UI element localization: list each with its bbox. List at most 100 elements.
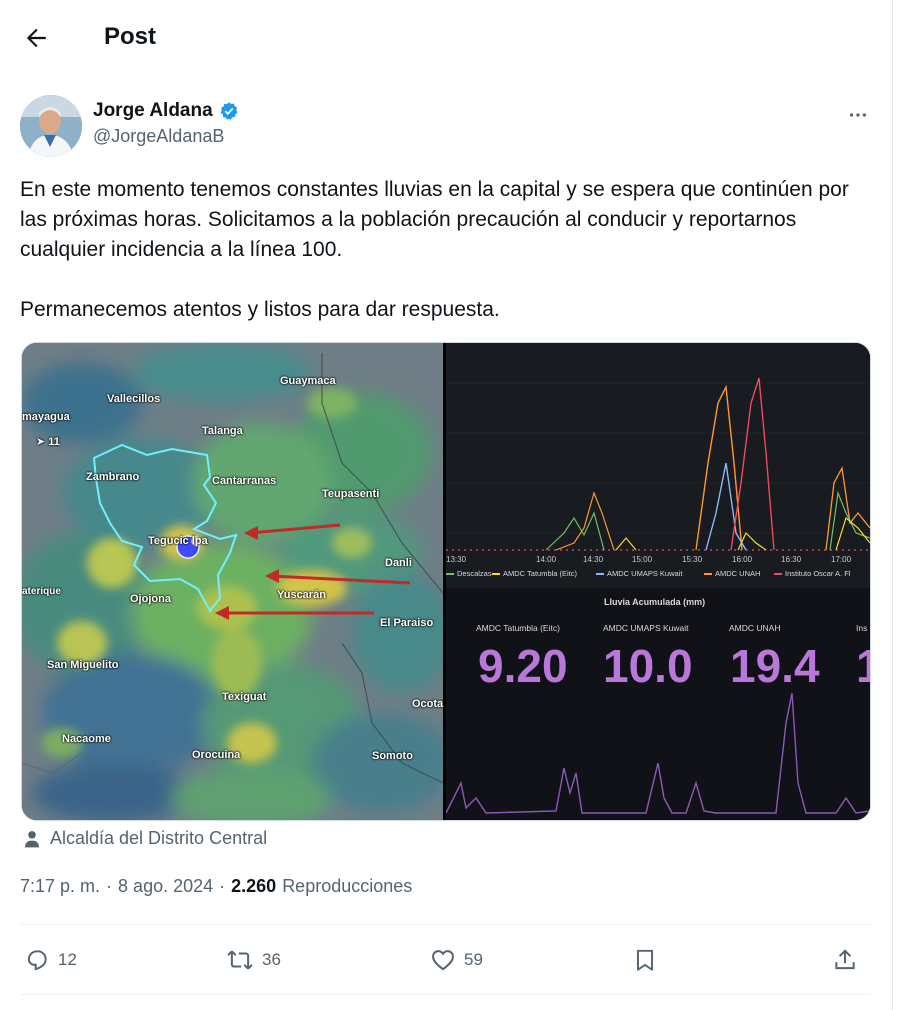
reply-count: 12 bbox=[58, 950, 77, 969]
post-date[interactable]: 8 ago. 2024 bbox=[118, 876, 213, 897]
repost-button[interactable]: 36 bbox=[226, 938, 281, 982]
views-label: Reproducciones bbox=[282, 876, 413, 896]
like-count: 59 bbox=[464, 950, 483, 969]
bookmark-button[interactable] bbox=[632, 938, 658, 982]
stat-value: 1 bbox=[856, 639, 870, 693]
stat-value: 10.0 bbox=[603, 640, 693, 692]
map-label-el-paraiso: El Paraiso bbox=[380, 617, 434, 629]
post-paragraph: Permanecemos atentos y listos para dar r… bbox=[20, 298, 500, 321]
author-handle[interactable]: @JorgeAldanaB bbox=[93, 126, 224, 147]
map-label-somoto: Somoto bbox=[372, 750, 413, 762]
legend-swatch bbox=[774, 572, 782, 575]
map-label-comayagua: mayagua bbox=[22, 411, 70, 423]
map-label-guaymaca: Guaymaca bbox=[280, 375, 336, 387]
page-header: Post bbox=[0, 0, 892, 76]
legend-label: AMDC UMAPS Kuwait bbox=[607, 569, 683, 578]
avatar[interactable] bbox=[20, 95, 82, 157]
chart-x-tick: 13:30 bbox=[446, 555, 467, 564]
chart-x-tick: 17:00 bbox=[831, 555, 852, 564]
post-actions-bar: 12 36 59 bbox=[20, 938, 870, 982]
legend-swatch bbox=[596, 572, 604, 575]
legend-label: Instituto Oscar A. Fl bbox=[785, 569, 851, 578]
stat-value: 19.4 bbox=[730, 640, 820, 692]
back-button[interactable] bbox=[18, 22, 54, 54]
repost-icon bbox=[227, 950, 253, 970]
map-label-san-miguelito: San Miguelito bbox=[47, 659, 119, 671]
map-label-nacaome: Nacaome bbox=[62, 733, 111, 745]
author-name[interactable]: Jorge Aldana bbox=[93, 100, 239, 122]
map-label-orocuina: Orocuina bbox=[192, 749, 241, 761]
heart-icon bbox=[432, 950, 454, 971]
legend-swatch bbox=[446, 572, 454, 575]
stat-value: 9.20 bbox=[478, 640, 568, 692]
meta-separator: · bbox=[106, 876, 113, 896]
stat-label: AMDC UMAPS Kuwait bbox=[603, 623, 689, 633]
chart-legend-item: Instituto Oscar A. Fl bbox=[774, 569, 850, 578]
chart-legend-item: AMDC Tatumbla (Eitc) bbox=[492, 569, 577, 578]
bookmark-icon bbox=[636, 949, 654, 971]
reply-icon bbox=[27, 950, 47, 971]
more-options-button[interactable] bbox=[838, 100, 878, 130]
page-title: Post bbox=[104, 23, 157, 50]
views-count: 2.260 bbox=[231, 876, 277, 896]
wind-speed: 11 bbox=[48, 436, 60, 448]
meta-separator: · bbox=[219, 876, 226, 896]
post-attribution[interactable]: Alcaldía del Distrito Central bbox=[22, 828, 267, 849]
chart-x-tick: 15:30 bbox=[682, 555, 703, 564]
like-button[interactable]: 59 bbox=[430, 938, 483, 982]
chart-x-tick: 14:30 bbox=[583, 555, 604, 564]
map-label-ojojona: Ojojona bbox=[130, 593, 171, 605]
reply-button[interactable]: 12 bbox=[24, 938, 77, 982]
map-label-tegucigalpa: Tegucic lpa bbox=[148, 535, 208, 547]
rain-radar-map[interactable]: Guaymaca Vallecillos mayagua ➤ 11 Talang… bbox=[22, 343, 452, 820]
stat-label: AMDC Tatumbla (Eitc) bbox=[476, 623, 560, 633]
chart-legend-item: Descalzas bbox=[446, 569, 492, 578]
repost-count: 36 bbox=[262, 950, 281, 969]
more-horizontal-icon bbox=[849, 113, 867, 117]
stat-label: Ins bbox=[856, 623, 868, 633]
verified-badge-icon bbox=[220, 102, 238, 120]
wind-arrow-icon: ➤ bbox=[36, 436, 49, 448]
timeline-border bbox=[892, 0, 893, 1010]
post-paragraph: En este momento tenemos constantes lluvi… bbox=[20, 178, 849, 261]
stat-label: AMDC UNAH bbox=[729, 623, 781, 633]
stat-panel-title: Lluvia Acumulada (mm) bbox=[604, 597, 706, 607]
legend-swatch bbox=[492, 572, 500, 575]
chart-x-tick: 15:00 bbox=[632, 555, 653, 564]
share-icon bbox=[835, 949, 855, 970]
legend-swatch bbox=[704, 572, 712, 575]
map-label-danli: Danli bbox=[385, 557, 412, 569]
chart-x-tick: 16:00 bbox=[732, 555, 753, 564]
dashboard-graphic bbox=[445, 343, 870, 820]
author-name-text: Jorge Aldana bbox=[93, 100, 213, 121]
chart-legend-item: AMDC UNAH bbox=[704, 569, 760, 578]
legend-label: AMDC UNAH bbox=[715, 569, 761, 578]
map-label-lepaterique: aterique bbox=[22, 586, 61, 597]
attribution-label: Alcaldía del Distrito Central bbox=[50, 828, 268, 848]
post-time[interactable]: 7:17 p. m. bbox=[20, 876, 100, 897]
map-label-texiguat: Texiguat bbox=[222, 691, 267, 703]
wind-indicator: ➤ 11 bbox=[36, 435, 60, 448]
post-text: En este momento tenemos constantes lluvi… bbox=[20, 175, 870, 325]
share-button[interactable] bbox=[832, 938, 858, 982]
post-media[interactable]: Guaymaca Vallecillos mayagua ➤ 11 Talang… bbox=[21, 342, 871, 821]
chart-x-tick: 14:00 bbox=[536, 555, 557, 564]
legend-label: Descalzas bbox=[457, 569, 492, 578]
divider bbox=[20, 994, 870, 995]
map-label-yuscaran: Yuscarán bbox=[277, 589, 326, 601]
map-label-ocotal: Ocota bbox=[412, 698, 444, 710]
chart-legend-item: AMDC UMAPS Kuwait bbox=[596, 569, 682, 578]
map-label-vallecillos: Vallecillos bbox=[107, 393, 161, 405]
chart-x-tick: 16:30 bbox=[781, 555, 802, 564]
legend-label: AMDC Tatumbla (Eitc) bbox=[503, 569, 578, 578]
map-label-cantarranas: Cantarranas bbox=[212, 475, 277, 487]
map-label-talanga: Talanga bbox=[202, 425, 243, 437]
person-icon bbox=[24, 830, 40, 847]
rain-dashboard[interactable]: 13:30 14:00 14:30 15:00 15:30 16:00 16:3… bbox=[445, 343, 870, 820]
map-label-zambrano: Zambrano bbox=[86, 471, 140, 483]
map-label-teupasenti: Teupasenti bbox=[322, 488, 380, 500]
divider bbox=[20, 924, 870, 925]
post-meta: 7:17 p. m. · 8 ago. 2024 · 2.260 Reprodu… bbox=[20, 876, 412, 897]
avatar-image bbox=[20, 95, 82, 157]
arrow-left-icon bbox=[26, 28, 46, 48]
